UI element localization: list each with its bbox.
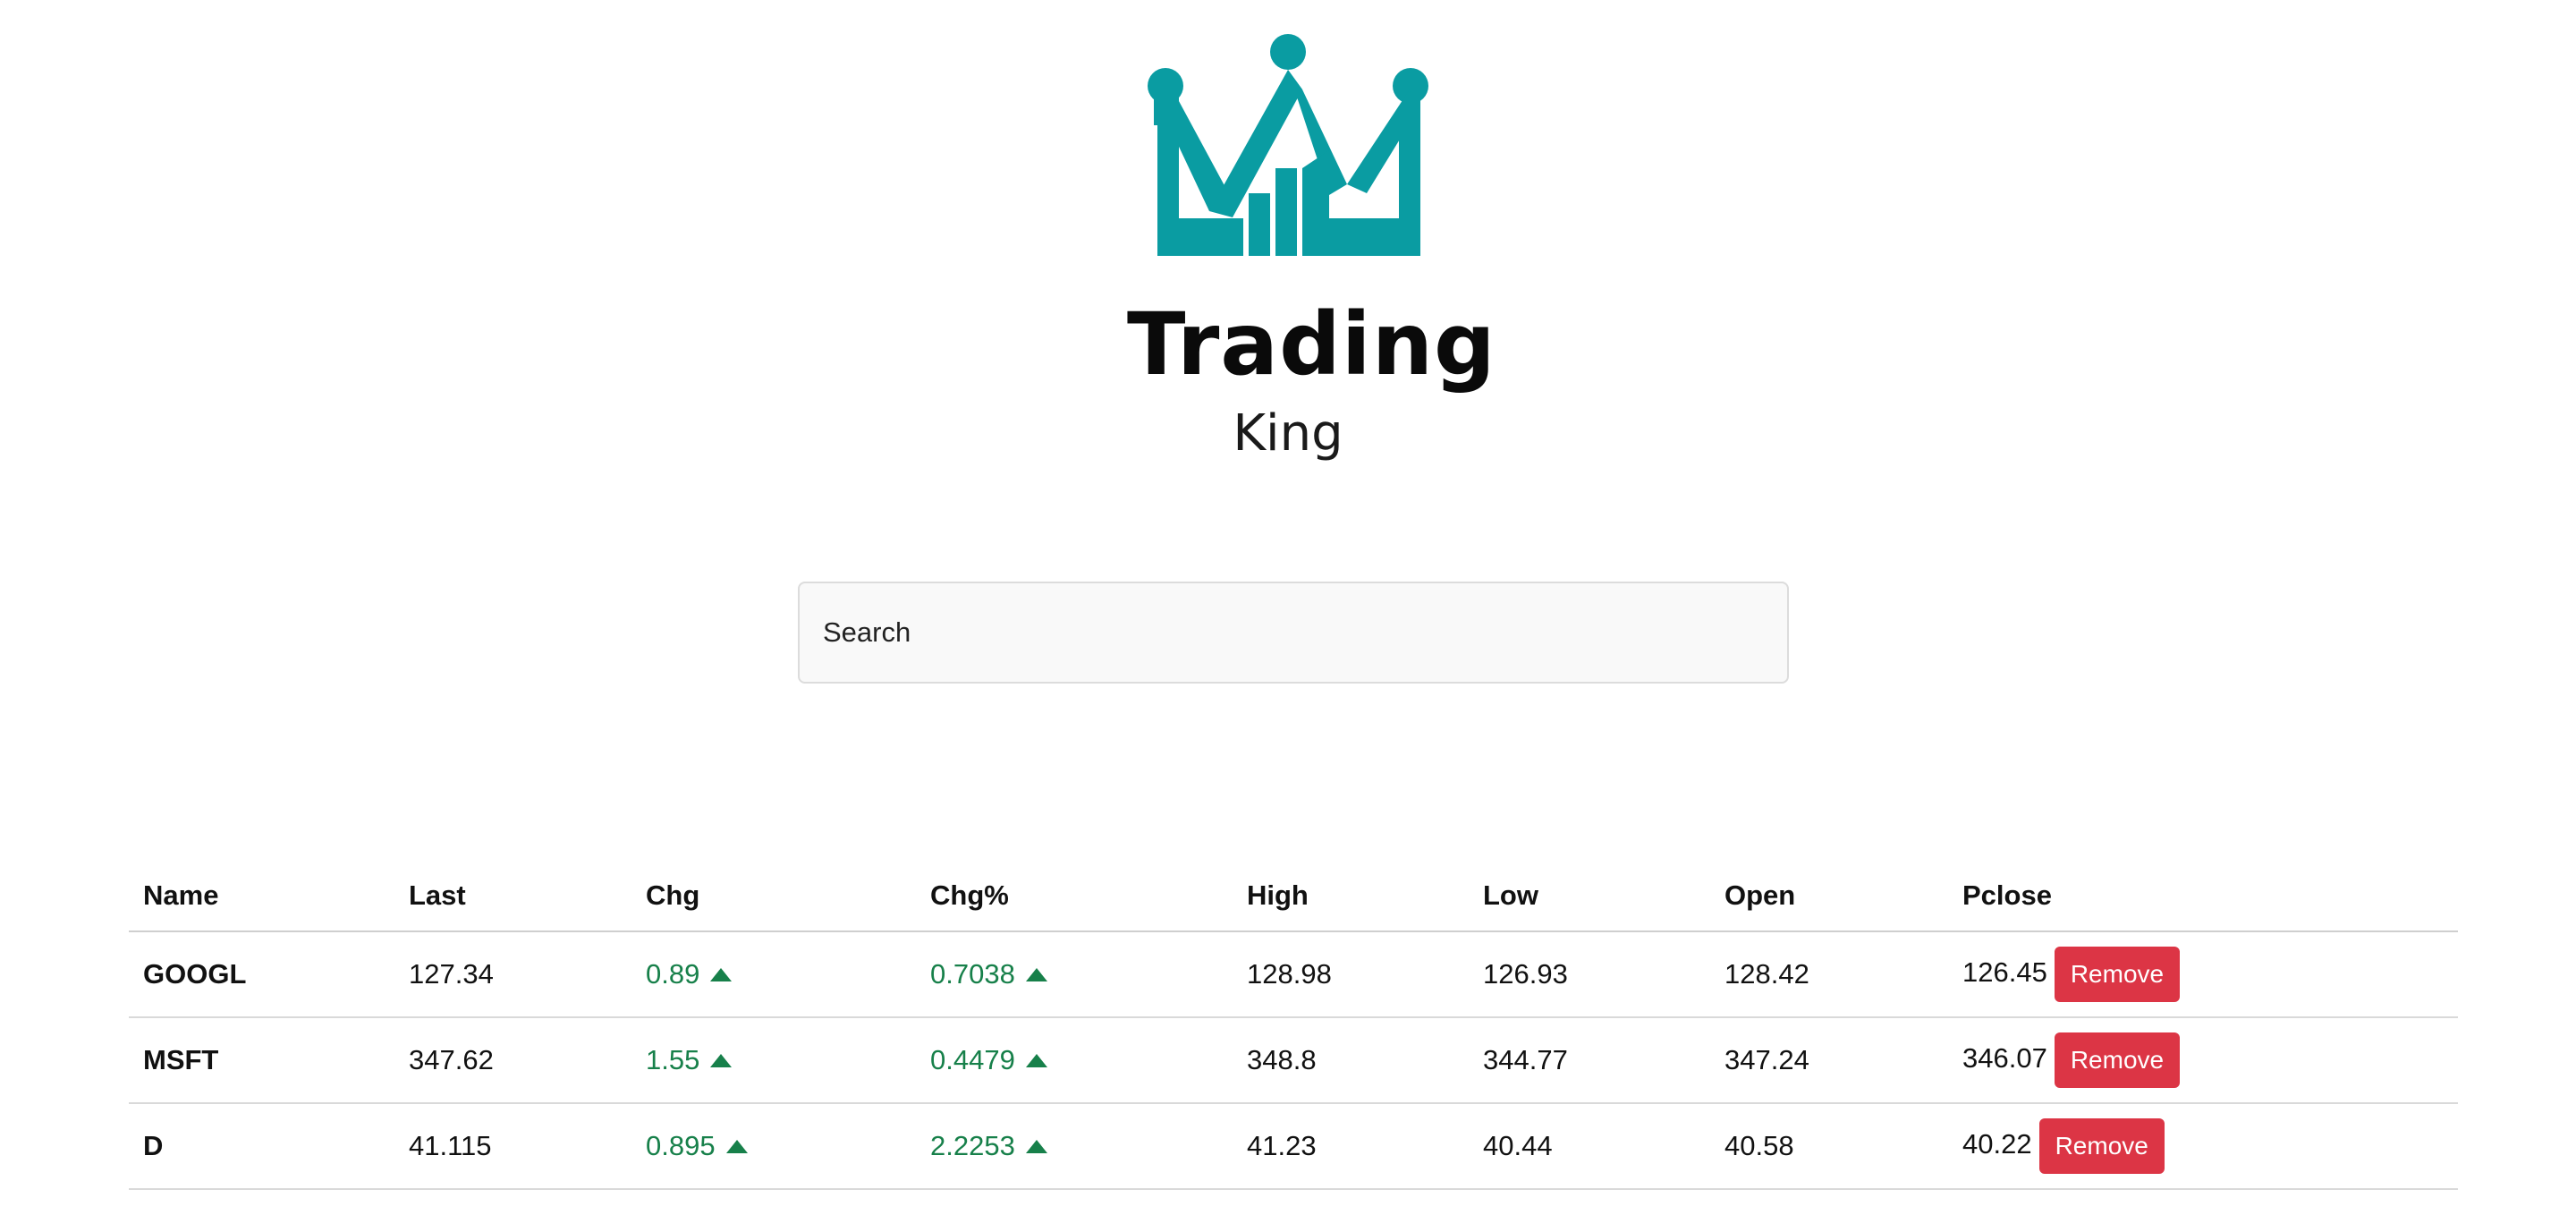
- pclose-value: 346.07: [1962, 1042, 2047, 1075]
- crown-chart-icon: [1148, 34, 1428, 256]
- column-header-open: Open: [1710, 861, 1948, 932]
- cell-open: 347.24: [1710, 1017, 1948, 1104]
- triangle-up-icon: [710, 1054, 733, 1067]
- cell-high: 348.8: [1233, 1017, 1469, 1104]
- triangle-up-icon: [1025, 1054, 1047, 1067]
- quotes-table: Name Last Chg Chg% High Low Open Pclose …: [129, 861, 2458, 1190]
- cell-name: GOOGL: [129, 931, 394, 1018]
- cell-chg: 0.89: [631, 931, 916, 1018]
- cell-last: 127.34: [394, 931, 631, 1018]
- cell-pclose: 346.07 Remove: [1948, 1017, 2458, 1104]
- brand-title: Trading: [1127, 294, 1496, 395]
- cell-chg: 1.55: [631, 1017, 916, 1104]
- chg-pct-value: 2.2253: [930, 1130, 1015, 1161]
- table-header-row: Name Last Chg Chg% High Low Open Pclose: [129, 861, 2458, 932]
- triangle-up-icon: [725, 1140, 748, 1153]
- cell-name: MSFT: [129, 1017, 394, 1104]
- cell-pclose: 126.45 Remove: [1948, 931, 2458, 1018]
- triangle-up-icon: [1025, 1140, 1047, 1153]
- cell-chg-pct: 0.7038: [916, 931, 1233, 1018]
- cell-high: 128.98: [1233, 931, 1469, 1018]
- search-input[interactable]: [798, 582, 1789, 684]
- column-header-name: Name: [129, 861, 394, 932]
- column-header-low: Low: [1469, 861, 1710, 932]
- table-row: GOOGL 127.34 0.89 0.7038 128.98 126.93 1…: [129, 931, 2458, 1018]
- cell-high: 41.23: [1233, 1103, 1469, 1190]
- pclose-value: 126.45: [1962, 956, 2047, 989]
- chg-value: 0.89: [646, 958, 700, 990]
- brand-logo: Trading King: [1127, 27, 1496, 465]
- remove-button[interactable]: Remove: [2038, 1118, 2165, 1174]
- cell-name: D: [129, 1103, 394, 1190]
- remove-button[interactable]: Remove: [2054, 1032, 2181, 1088]
- triangle-up-icon: [710, 968, 733, 981]
- cell-open: 40.58: [1710, 1103, 1948, 1190]
- cell-open: 128.42: [1710, 931, 1948, 1018]
- cell-chg-pct: 2.2253: [916, 1103, 1233, 1190]
- pclose-value: 40.22: [1962, 1128, 2032, 1160]
- column-header-high: High: [1233, 861, 1469, 932]
- chg-value: 0.895: [646, 1130, 716, 1161]
- cell-low: 126.93: [1469, 931, 1710, 1018]
- brand-subtitle: King: [1233, 404, 1343, 463]
- table-row: D 41.115 0.895 2.2253 41.23 40.44 40.58 …: [129, 1103, 2458, 1190]
- cell-low: 344.77: [1469, 1017, 1710, 1104]
- page: Trading King Name Last Chg Chg% High Low…: [0, 0, 2576, 1215]
- table-row: MSFT 347.62 1.55 0.4479 348.8 344.77 347…: [129, 1017, 2458, 1104]
- cell-pclose: 40.22 Remove: [1948, 1103, 2458, 1190]
- column-header-last: Last: [394, 861, 631, 932]
- chg-pct-value: 0.7038: [930, 958, 1015, 990]
- cell-chg-pct: 0.4479: [916, 1017, 1233, 1104]
- triangle-up-icon: [1025, 968, 1047, 981]
- cell-chg: 0.895: [631, 1103, 916, 1190]
- column-header-pclose: Pclose: [1948, 861, 2458, 932]
- chg-pct-value: 0.4479: [930, 1044, 1015, 1075]
- cell-low: 40.44: [1469, 1103, 1710, 1190]
- cell-last: 347.62: [394, 1017, 631, 1104]
- cell-last: 41.115: [394, 1103, 631, 1190]
- column-header-chg-pct: Chg%: [916, 861, 1233, 932]
- remove-button[interactable]: Remove: [2054, 947, 2181, 1002]
- chg-value: 1.55: [646, 1044, 700, 1075]
- column-header-chg: Chg: [631, 861, 916, 932]
